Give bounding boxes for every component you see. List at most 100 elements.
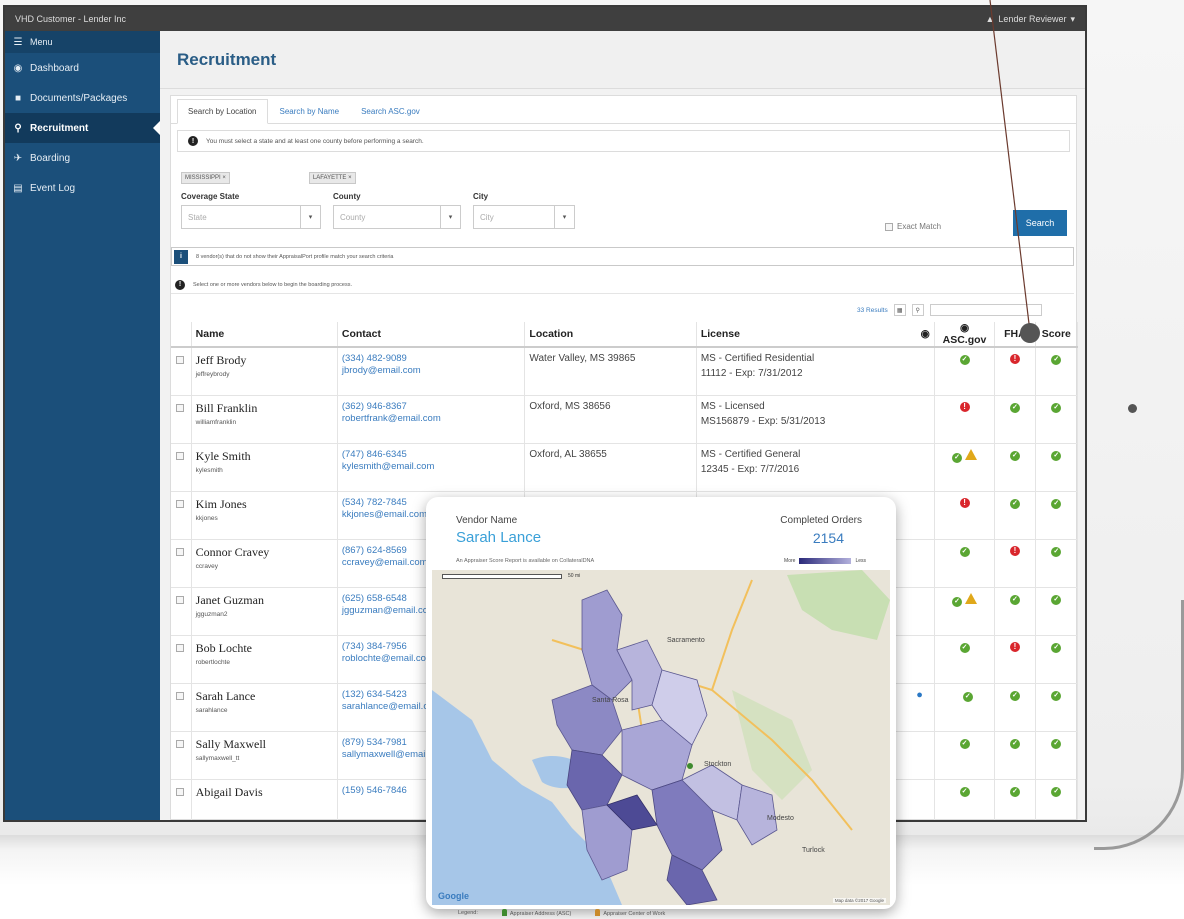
location-cell: Oxford, AL 38655 [524, 443, 697, 492]
map-canvas: Santa Rosa Sacramento Stockton Modesto T… [432, 570, 890, 905]
row-checkbox[interactable] [176, 499, 184, 508]
warning-icon [965, 592, 978, 604]
column-header-license[interactable]: License ◉ [696, 322, 935, 348]
marker-icon [501, 909, 507, 916]
license-number: MS156879 - Exp: 5/31/2013 [700, 415, 826, 427]
vendor-name[interactable]: Janet Guzman [196, 593, 333, 608]
search-button[interactable]: Search [1013, 210, 1067, 236]
vendor-name[interactable]: Sally Maxwell [196, 737, 333, 752]
sidebar-item-dashboard[interactable]: ◉ Dashboard [5, 53, 160, 83]
caret-down-icon: ▾ [1070, 13, 1075, 24]
chip-county[interactable]: LAFAYETTE × [308, 172, 356, 184]
plane-icon: ✈ [13, 152, 23, 164]
row-checkbox[interactable] [176, 451, 184, 460]
score-status-cell: ✓ [1035, 539, 1079, 588]
sidebar-item-documents[interactable]: ■ Documents/Packages [5, 83, 160, 113]
vendor-email[interactable]: jbrody@email.com [342, 365, 521, 377]
row-checkbox[interactable] [176, 787, 184, 796]
select-placeholder: City [480, 212, 494, 222]
vendor-phone[interactable]: (747) 846-6345 [342, 449, 521, 461]
coverage-map[interactable]: Santa Rosa Sacramento Stockton Modesto T… [432, 570, 890, 905]
filter-label: Coverage State [181, 192, 240, 201]
check-icon: ✓ [1051, 402, 1062, 413]
vendor-phone[interactable]: (362) 946-8367 [342, 401, 521, 413]
google-logo: Google [438, 891, 469, 901]
info-icon: i [174, 249, 188, 264]
table-row[interactable]: Jeff Brody jeffreybrody (334) 482-9089 jbro… [171, 347, 1079, 396]
map-pin-icon[interactable]: ● [916, 689, 923, 701]
vendor-email[interactable]: robertfrank@email.com [342, 413, 521, 425]
user-menu[interactable]: ▲ Lender Reviewer ▾ [986, 14, 1076, 25]
document-icon: ■ [14, 92, 22, 104]
check-icon: ✓ [1051, 690, 1062, 701]
vendor-name[interactable]: Bill Franklin [196, 401, 333, 416]
column-header-fha[interactable]: FHA [994, 322, 1036, 348]
vendor-name[interactable]: Kim Jones [196, 497, 333, 512]
row-checkbox[interactable] [176, 595, 184, 604]
chip-state[interactable]: MISSISSIPPI × [181, 172, 230, 184]
tab-search-by-location[interactable]: Search by Location [177, 99, 268, 124]
select-vendors-hint: ! Select one or more vendors below to be… [171, 276, 1074, 294]
vendor-name[interactable]: Kyle Smith [196, 449, 333, 464]
exact-match-label: Exact Match [897, 222, 942, 231]
name-cell: Abigail Davis [191, 779, 338, 820]
vendor-name[interactable]: Sarah Lance [196, 689, 333, 704]
sidebar-item-event-log[interactable]: ▤ Event Log [5, 173, 160, 203]
table-header-row: Name Contact Location License ◉ ◉ ASC.go… [171, 322, 1079, 348]
vendor-phone[interactable]: (334) 482-9089 [342, 353, 521, 365]
chevron-down-icon: ▾ [440, 206, 460, 228]
table-row[interactable]: Bill Franklin williamfranklin (362) 946-83… [171, 395, 1079, 444]
map-scale-label: 50 mi [568, 573, 581, 579]
license-number: 12345 - Exp: 7/7/2016 [700, 463, 800, 475]
column-header-contact[interactable]: Contact [337, 322, 526, 348]
column-header-location[interactable]: Location [524, 322, 697, 348]
vendor-email[interactable]: kylesmith@email.com [342, 461, 521, 473]
row-checkbox[interactable] [176, 547, 184, 556]
table-row[interactable]: Kyle Smith kylesmith (747) 846-6345 kylesmi… [171, 443, 1079, 492]
alert-icon: ! [959, 497, 970, 508]
column-header-asc[interactable]: ◉ ASC.gov [934, 322, 996, 348]
check-icon: ✓ [962, 691, 973, 702]
fha-status-cell: ✓ [994, 587, 1036, 636]
sidebar-item-boarding[interactable]: ✈ Boarding [5, 143, 160, 173]
score-report-note[interactable]: An Appraiser Score Report is available o… [456, 558, 594, 564]
alert-icon: ! [959, 401, 970, 412]
tab-search-by-name[interactable]: Search by Name [270, 100, 350, 123]
sidebar-item-recruitment[interactable]: ⚲ Recruitment [5, 113, 160, 143]
check-icon: ✓ [1009, 594, 1020, 605]
vendor-username: williamfranklin [195, 418, 237, 426]
state-select[interactable]: State ▾ [181, 205, 321, 229]
exact-match-checkbox[interactable] [885, 222, 893, 231]
row-checkbox[interactable] [176, 739, 184, 748]
chevron-down-icon: ▾ [554, 206, 574, 228]
row-checkbox[interactable] [176, 356, 184, 364]
score-status-cell: ✓ [1035, 635, 1079, 684]
row-select-cell [171, 587, 192, 636]
score-status-cell: ✓ [1035, 779, 1079, 820]
tab-search-asc[interactable]: Search ASC.gov [351, 100, 430, 123]
vendor-name[interactable]: Jeff Brody [196, 353, 333, 368]
app-title: VHD Customer - Lender Inc [15, 14, 127, 24]
search-icon[interactable]: ⚲ [911, 304, 924, 316]
row-checkbox[interactable] [176, 691, 184, 700]
vendor-name[interactable]: Connor Cravey [196, 545, 333, 560]
results-count: 33 Results [857, 306, 888, 314]
sidebar-menu-toggle[interactable]: ☰ Menu [5, 31, 160, 53]
column-header-name[interactable]: Name [191, 322, 338, 348]
check-icon: ✓ [1051, 594, 1062, 605]
vendor-name[interactable]: Sarah Lance [456, 529, 541, 546]
row-checkbox[interactable] [176, 403, 184, 412]
city-select[interactable]: City ▾ [473, 205, 575, 229]
asc-status-cell: ! [934, 395, 996, 444]
column-header-score[interactable]: Score [1035, 322, 1079, 348]
county-select[interactable]: County ▾ [333, 205, 461, 229]
grid-view-icon[interactable]: ▦ [893, 304, 906, 316]
exact-match-option[interactable]: Exact Match [885, 222, 941, 231]
info-icon: ◉ [959, 322, 970, 334]
results-toolbar: 33 Results ▦ ⚲ [857, 304, 1042, 316]
results-search-input[interactable] [929, 304, 1042, 316]
vendor-name[interactable]: Bob Lochte [196, 641, 333, 656]
vendor-name[interactable]: Abigail Davis [196, 785, 333, 800]
vendor-map-popup: Vendor Name Sarah Lance Completed Orders… [426, 497, 896, 909]
row-checkbox[interactable] [176, 643, 184, 652]
